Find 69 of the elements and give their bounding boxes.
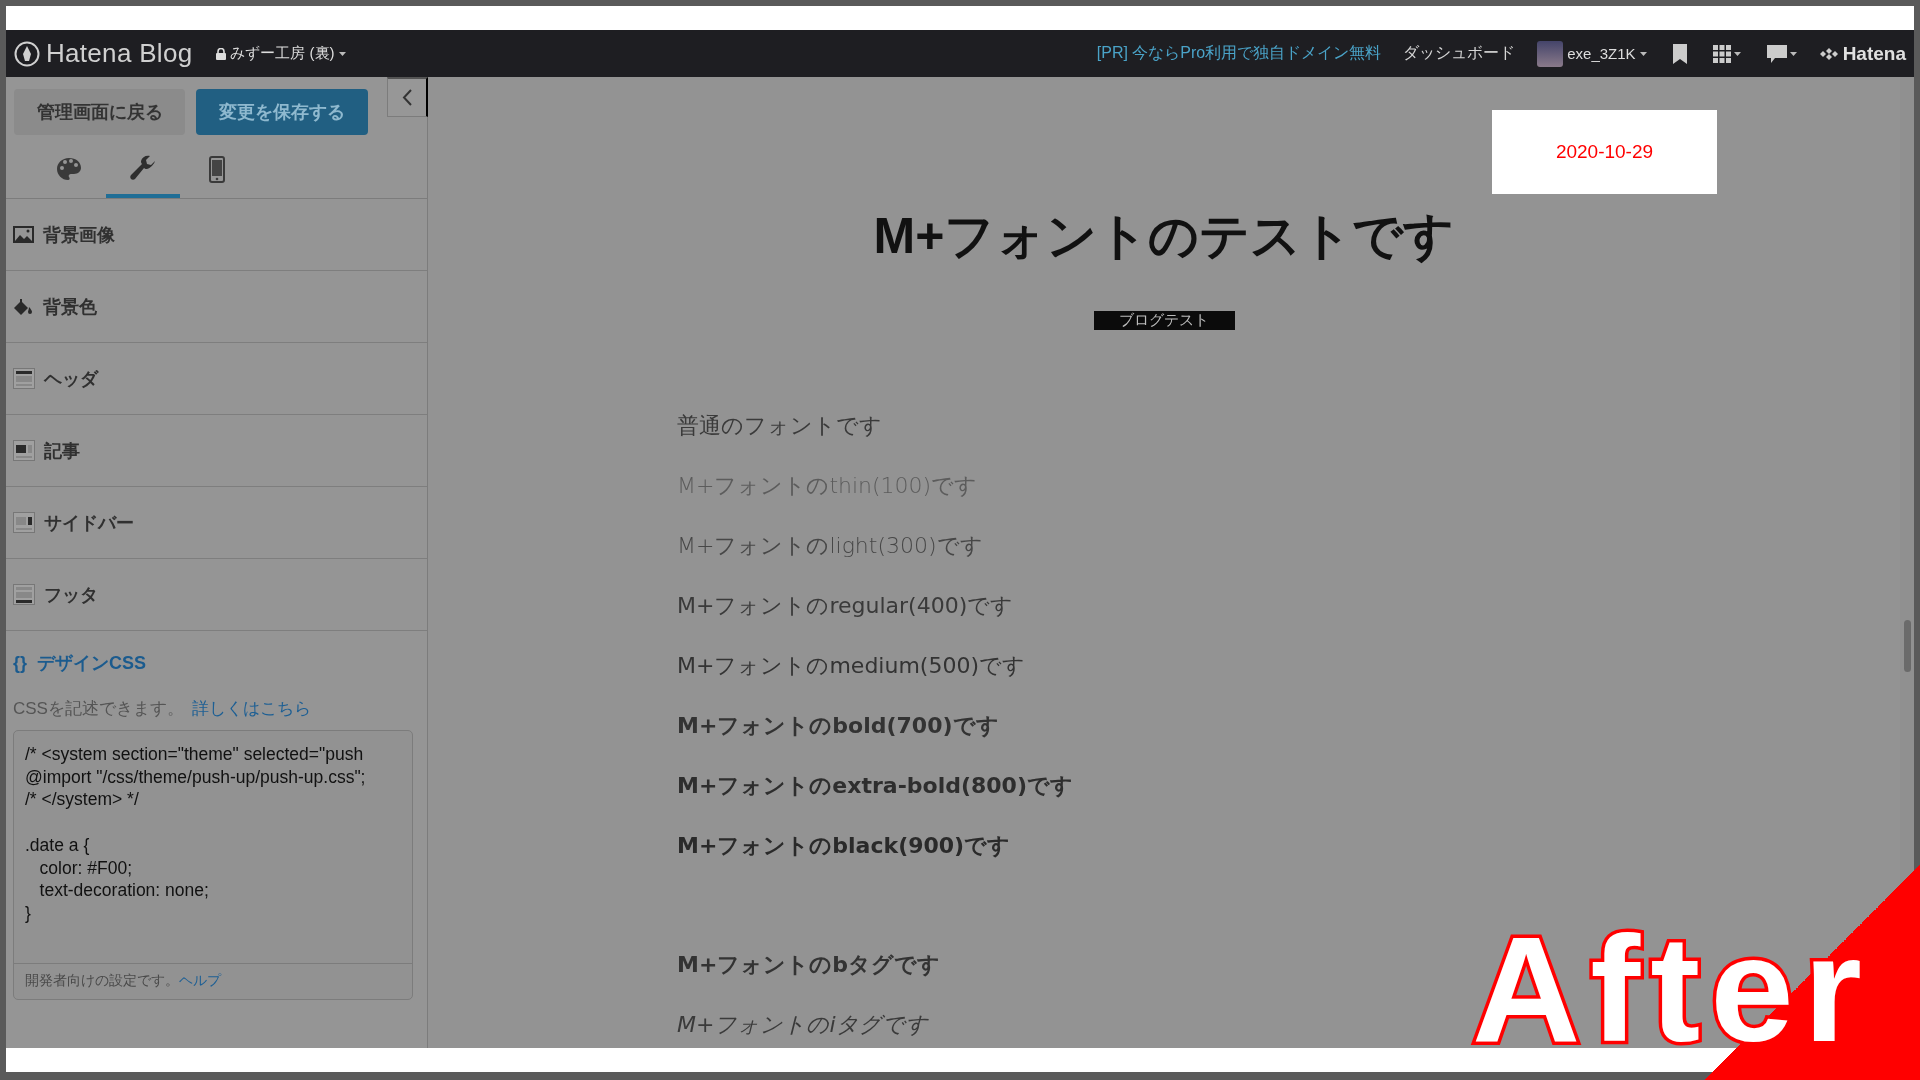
css-description: CSSを記述できます。 詳しくはこちら <box>13 698 312 720</box>
diamond-grid-icon <box>1818 47 1839 60</box>
caret-icon <box>1733 51 1741 56</box>
article-paragraph: M+フォントのregular(400)です <box>677 592 1014 620</box>
category-tag[interactable]: ブログテスト <box>1093 311 1235 330</box>
blog-selector[interactable]: みずー工房 (裏) <box>216 44 346 63</box>
wrench-icon <box>129 155 157 183</box>
help-link[interactable]: ヘルプ <box>179 972 221 988</box>
article-paragraph: M+フォントのbタグです <box>677 951 941 979</box>
article-paragraph: M+フォントのiタグです <box>677 1011 928 1039</box>
chevron-left-icon <box>402 89 412 106</box>
settings-section[interactable]: ヘッダ <box>6 343 427 415</box>
user-name: exe_3Z1K <box>1567 45 1636 62</box>
settings-section[interactable]: 背景色 <box>6 271 427 343</box>
editor-hint: 開発者向けの設定です。ヘルプ <box>14 963 412 999</box>
logo-text: Hatena Blog <box>46 38 193 69</box>
collapse-button[interactable] <box>387 77 428 117</box>
apps-button[interactable] <box>1712 44 1741 63</box>
article-paragraph: 普通のフォントです <box>677 412 882 440</box>
settings-section[interactable]: フッタ <box>6 559 427 631</box>
article-title: M+フォントのテストです <box>873 208 1455 264</box>
section-title: デザインCSS <box>37 652 147 675</box>
section-label: 背景画像 <box>43 223 115 247</box>
caret-icon <box>1789 51 1797 56</box>
settings-section[interactable]: 記事 <box>6 415 427 487</box>
brand-name: Hatena <box>1842 42 1906 65</box>
dashboard-link[interactable]: ダッシュボード <box>1403 43 1516 64</box>
details-link[interactable]: 詳しくはこちら <box>191 699 311 718</box>
section-label: フッタ <box>44 583 98 607</box>
paint-bucket-icon <box>13 297 34 316</box>
settings-section[interactable]: サイドバー <box>6 487 427 559</box>
article-paragraph: M+フォントのbold(700)です <box>677 712 999 740</box>
notifications-button[interactable] <box>1766 44 1797 63</box>
article-paragraph: M+フォントのblack(900)です <box>677 832 1011 860</box>
css-editor[interactable]: /* <system section="theme" selected="push @import "/css/theme/push-up/push-up.css"; /* </system> */ .date a { color: #F00; text-decoration: none; } <box>14 731 412 963</box>
section-label: 記事 <box>44 439 80 463</box>
caret-icon <box>338 51 346 56</box>
image-icon <box>13 226 34 243</box>
article-paragraph: M+フォントのlight(300)です <box>677 532 983 560</box>
phone-icon <box>209 155 225 183</box>
section-label: 背景色 <box>43 295 97 319</box>
date-link[interactable]: 2020-10-29 <box>1492 110 1717 194</box>
settings-section[interactable]: 背景画像 <box>6 199 427 271</box>
site-logo[interactable]: Hatena Blog <box>14 38 193 69</box>
avatar-photo <box>1537 40 1564 67</box>
sidebar-layout-icon <box>13 512 35 533</box>
bookmark-button[interactable] <box>1672 43 1687 64</box>
palette-icon <box>56 157 82 181</box>
promo-link[interactable]: [PR] 今ならPro利用で独自ドメイン無料 <box>1096 43 1382 64</box>
caret-icon <box>1639 51 1647 56</box>
scrollbar-thumb[interactable] <box>1904 620 1911 672</box>
blog-name: みずー工房 (裏) <box>230 44 335 63</box>
hatena-link[interactable]: Hatena <box>1818 42 1906 65</box>
back-button[interactable]: 管理画面に戻る <box>14 89 185 135</box>
speech-bubble-icon <box>1766 44 1787 63</box>
section-label: サイドバー <box>44 511 134 535</box>
article-paragraph: M+フォントのextra-bold(800)です <box>677 772 1073 800</box>
user-menu[interactable]: exe_3Z1K <box>1537 40 1647 67</box>
footer-layout-icon <box>13 584 35 605</box>
bookmark-icon <box>1672 43 1687 64</box>
lock-icon <box>216 47 227 60</box>
article-layout-icon <box>13 440 35 461</box>
section-label: ヘッダ <box>44 367 98 391</box>
header-layout-icon <box>13 368 35 389</box>
save-button[interactable]: 変更を保存する <box>196 89 368 135</box>
grid-icon <box>1712 44 1731 63</box>
article-paragraph: M+フォントのmedium(500)です <box>677 652 1025 680</box>
braces-icon: {} <box>13 652 27 674</box>
pen-nib-icon <box>14 40 40 67</box>
